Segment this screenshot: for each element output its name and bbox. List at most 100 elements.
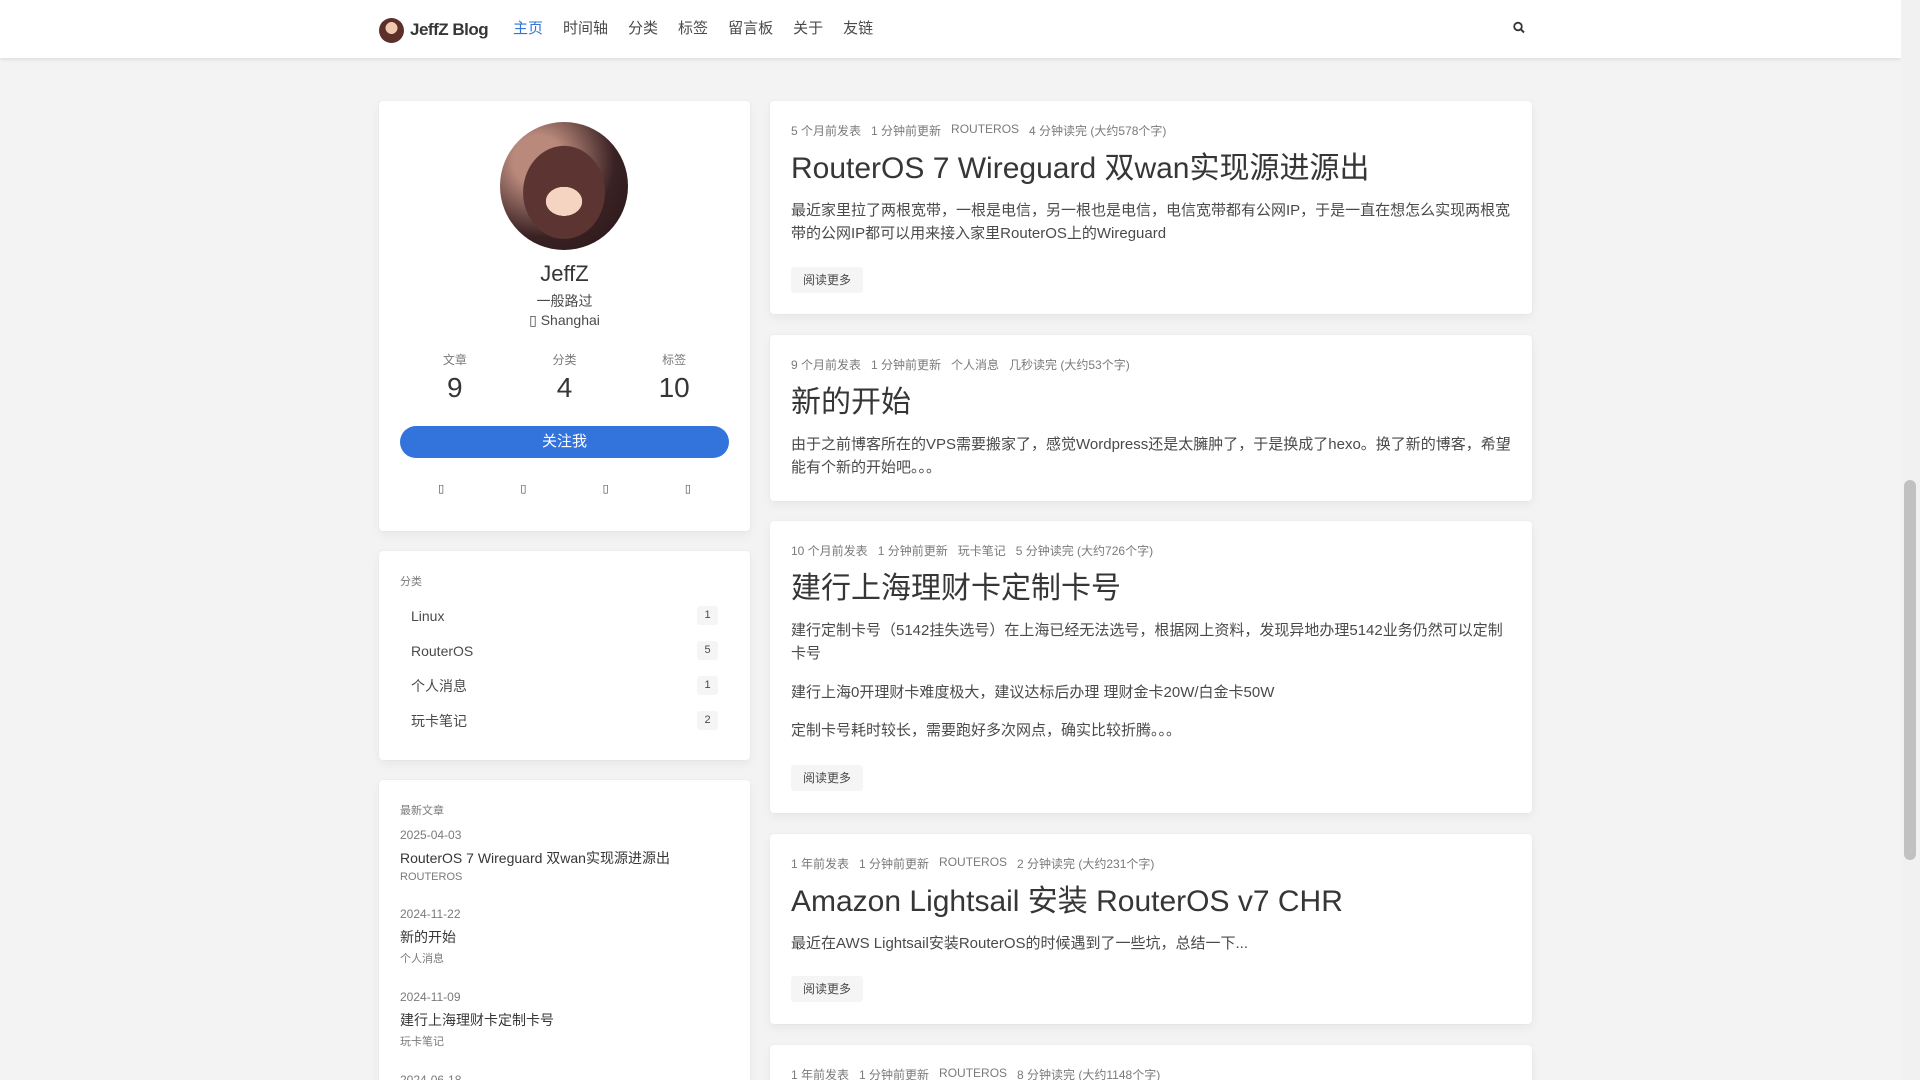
recent-post-title[interactable]: 新的开始 — [400, 927, 729, 947]
category-list: Linux 1 RouterOS 5 个人消息 1 玩卡笔记 2 — [400, 598, 729, 738]
twitter-icon[interactable]: ▯ — [516, 482, 530, 496]
read-more-button[interactable]: 阅读更多 — [791, 976, 864, 1002]
article-meta: 1 年前发表 1 分钟前更新 RouterOS 2 分钟读完 (大约231个字) — [791, 855, 1154, 872]
stat-categories[interactable]: 分类 4 — [524, 351, 604, 404]
recent-post-item: 2024-11-22 新的开始 个人消息 — [400, 907, 729, 966]
category-count: 5 — [697, 641, 718, 660]
article-updated: 1 分钟前更新 — [871, 124, 942, 138]
github-icon[interactable]: ▯ — [434, 482, 448, 496]
categories-widget: 分类 Linux 1 RouterOS 5 个人消息 1 玩卡笔记 2 — [379, 551, 750, 760]
rss-icon[interactable]: ▯ — [681, 482, 695, 496]
stat-posts-label: 文章 — [442, 353, 467, 367]
article-category[interactable]: 个人消息 — [951, 356, 999, 373]
category-item-card-notes[interactable]: 玩卡笔记 2 — [400, 703, 729, 738]
article-published: 5 个月前发表 — [791, 124, 862, 138]
article-paragraph: 最近在AWS Lightsail安装RouterOS的时候遇到了一些坑，总结一下… — [791, 935, 1249, 952]
article-reading-time: 2 分钟读完 (大约231个字) — [1017, 857, 1155, 871]
category-count: 2 — [697, 711, 718, 730]
search-icon[interactable] — [1512, 20, 1526, 36]
category-item-routeros[interactable]: RouterOS 5 — [400, 633, 729, 668]
stat-tags-label: 标签 — [662, 353, 687, 367]
article-published: 1 年前发表 — [791, 857, 850, 871]
stat-posts[interactable]: 文章 9 — [415, 351, 495, 404]
article-reading-time: 5 分钟读完 (大约726个字) — [1015, 544, 1154, 558]
stat-categories-label: 分类 — [552, 353, 577, 367]
stat-tags[interactable]: 标签 10 — [634, 351, 714, 404]
category-name: RouterOS — [411, 642, 474, 659]
brand-logo-link[interactable]: JeffZ Blog — [379, 17, 489, 43]
article-updated: 1 分钟前更新 — [859, 857, 930, 871]
recent-post-category[interactable]: ROUTEROS — [400, 871, 729, 883]
email-icon[interactable]: ▯ — [599, 482, 613, 496]
article-card: 5 个月前发表 1 分钟前更新 RouterOS 4 分钟读完 (大约578个字… — [770, 101, 1532, 314]
nav-menu: 主页 时间轴 分类 标签 留言板 关于 友链 — [503, 0, 883, 58]
nav-item-guestbook[interactable]: 留言板 — [718, 0, 783, 58]
article-excerpt: 由于之前博客所在的VPS需要搬家了，感觉Wordpress还是太臃肿了，于是换成… — [791, 433, 1511, 495]
article-published: 10 个月前发表 — [791, 544, 868, 558]
article-reading-time: 几秒读完 (大约53个字) — [1009, 358, 1130, 372]
profile-stats: 文章 9 分类 4 标签 10 — [400, 351, 729, 404]
recent-post-date: 2025-04-03 — [400, 828, 462, 842]
article-meta: 10 个月前发表 1 分钟前更新 玩卡笔记 5 分钟读完 (大约726个字) — [791, 542, 1153, 559]
profile-avatar — [500, 122, 628, 250]
article-paragraph: 由于之前博客所在的VPS需要搬家了，感觉Wordpress还是太臃肿了，于是换成… — [791, 436, 1511, 477]
category-item-linux[interactable]: Linux 1 — [400, 598, 729, 633]
article-meta: 5 个月前发表 1 分钟前更新 RouterOS 4 分钟读完 (大约578个字… — [791, 122, 1166, 139]
category-item-personal[interactable]: 个人消息 1 — [400, 668, 729, 703]
article-updated: 1 分钟前更新 — [877, 544, 948, 558]
nav-item-home[interactable]: 主页 — [503, 0, 553, 58]
article-card: 1 年前发表 1 分钟前更新 RouterOS 8 分钟读完 (大约1148个字… — [770, 1045, 1532, 1080]
read-more-button[interactable]: 阅读更多 — [791, 765, 864, 791]
article-category[interactable]: RouterOS — [939, 1066, 1007, 1080]
article-card: 10 个月前发表 1 分钟前更新 玩卡笔记 5 分钟读完 (大约726个字) 建… — [770, 521, 1532, 813]
follow-button[interactable]: 关注我 — [400, 426, 729, 458]
nav-item-links[interactable]: 友链 — [833, 0, 883, 58]
article-card: 1 年前发表 1 分钟前更新 RouterOS 2 分钟读完 (大约231个字)… — [770, 834, 1532, 1024]
article-published: 1 年前发表 — [791, 1068, 850, 1080]
stat-categories-value: 4 — [556, 372, 573, 403]
stat-posts-value: 9 — [447, 372, 463, 403]
article-category[interactable]: RouterOS — [939, 855, 1007, 872]
article-title[interactable]: 新的开始 — [791, 377, 911, 421]
stat-tags-value: 10 — [658, 372, 690, 403]
profile-location-text: Shanghai — [540, 312, 600, 328]
article-paragraph: 定制卡号耗时较长，需要跑好多次网点，确实比较折腾。。。 — [791, 721, 1182, 739]
recent-post-category[interactable]: 个人消息 — [400, 950, 729, 966]
nav-item-about[interactable]: 关于 — [783, 0, 833, 58]
article-paragraph: 建行上海0开理财卡难度极大，建议达标后办理 理财金卡20W/白金卡50W — [791, 683, 1275, 701]
article-title[interactable]: RouterOS 7 Wireguard 双wan实现源进源出 — [791, 143, 1370, 187]
recent-post-category[interactable]: 玩卡笔记 — [400, 1033, 729, 1049]
article-category[interactable]: RouterOS — [951, 122, 1019, 139]
category-count: 1 — [697, 606, 718, 625]
article-updated: 1 分钟前更新 — [871, 358, 942, 372]
recent-post-item: 2025-04-03 RouterOS 7 Wireguard 双wan实现源进… — [400, 828, 729, 883]
recent-post-title[interactable]: 建行上海理财卡定制卡号 — [400, 1010, 729, 1030]
article-updated: 1 分钟前更新 — [859, 1068, 930, 1080]
profile-name: JeffZ — [540, 261, 589, 286]
article-title[interactable]: Amazon Lightsail 安装 RouterOS v7 CHR — [791, 876, 1343, 920]
profile-bio: 一般路过 — [536, 293, 593, 309]
nav-item-categories[interactable]: 分类 — [618, 0, 668, 58]
categories-widget-title: 分类 — [400, 576, 422, 588]
nav-item-timeline[interactable]: 时间轴 — [553, 0, 618, 58]
read-more-button[interactable]: 阅读更多 — [791, 267, 864, 293]
article-title[interactable]: 建行上海理财卡定制卡号 — [791, 563, 1121, 607]
recent-post-title[interactable]: RouterOS 7 Wireguard 双wan实现源进源出 — [400, 848, 729, 868]
article-reading-time: 4 分钟读完 (大约578个字) — [1029, 124, 1167, 138]
recent-post-item: 2024-11-09 建行上海理财卡定制卡号 玩卡笔记 — [400, 990, 729, 1049]
article-excerpt: 最近家里拉了两根宽带，一根是电信，另一根也是电信，电信宽带都有公网IP，于是一直… — [791, 199, 1511, 261]
category-name: Linux — [411, 607, 445, 624]
profile-card: JeffZ 一般路过 ▯ Shanghai 文章 9 分类 4 标签 10 关注… — [379, 101, 750, 531]
article-paragraph: 最近家里拉了两根宽带，一根是电信，另一根也是电信，电信宽带都有公网IP，于是一直… — [791, 202, 1511, 243]
article-excerpt: 最近在AWS Lightsail安装RouterOS的时候遇到了一些坑，总结一下… — [791, 932, 1511, 970]
article-reading-time: 8 分钟读完 (大约1148个字) — [1017, 1068, 1161, 1080]
profile-location: ▯ Shanghai — [379, 312, 750, 329]
nav-item-tags[interactable]: 标签 — [668, 0, 718, 58]
page-scrollbar-thumb[interactable] — [1904, 480, 1916, 860]
category-name: 个人消息 — [411, 677, 467, 694]
article-paragraph: 建行定制卡号（5142挂失选号）在上海已经无法选号，根据网上资料，发现异地办理5… — [791, 622, 1503, 663]
article-excerpt: 建行定制卡号（5142挂失选号）在上海已经无法选号，根据网上资料，发现异地办理5… — [791, 619, 1511, 757]
recent-post-date: 2024-11-22 — [400, 907, 461, 921]
article-category[interactable]: 玩卡笔记 — [958, 542, 1006, 559]
category-count: 1 — [697, 676, 718, 695]
